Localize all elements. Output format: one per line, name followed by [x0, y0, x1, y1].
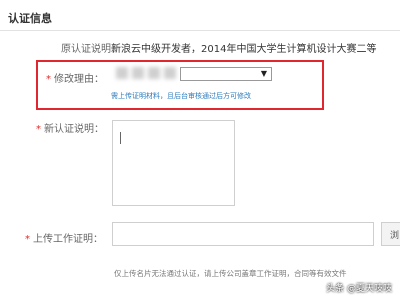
modify-reason-select[interactable]: ▼	[180, 67, 272, 81]
browse-button[interactable]: 浏	[381, 222, 400, 246]
new-desc-textarea[interactable]	[112, 120, 235, 206]
original-desc-value: 新浪云中级开发者，2014年中国大学生计算机设计大赛二等	[111, 44, 377, 55]
new-desc-label: * 新认证说明：	[36, 120, 104, 135]
modify-reason-label-text: 修改理由：	[54, 74, 104, 85]
divider	[0, 30, 400, 31]
modify-reason-hint: 需上传证明材料，且后台审核通过后方可修改	[111, 92, 251, 100]
dropdown-arrow-icon: ▼	[260, 69, 267, 78]
section-title: 认证信息	[8, 12, 52, 25]
required-mark: *	[25, 234, 30, 245]
text-caret	[120, 132, 121, 144]
required-mark: *	[36, 124, 41, 135]
upload-proof-input[interactable]	[112, 222, 374, 246]
required-mark: *	[46, 74, 51, 85]
blurred-content	[112, 65, 182, 83]
upload-note: 仅上传名片无法通过认证，请上传公司盖章工作证明，合同等有效文件	[114, 269, 347, 278]
watermark: 头条 @夏天吱吱	[326, 284, 392, 294]
upload-proof-label-text: 上传工作证明：	[33, 234, 103, 245]
upload-proof-label: * 上传工作证明：	[25, 230, 103, 245]
new-desc-label-text: 新认证说明：	[44, 124, 104, 135]
modify-reason-label: * 修改理由：	[46, 70, 104, 85]
